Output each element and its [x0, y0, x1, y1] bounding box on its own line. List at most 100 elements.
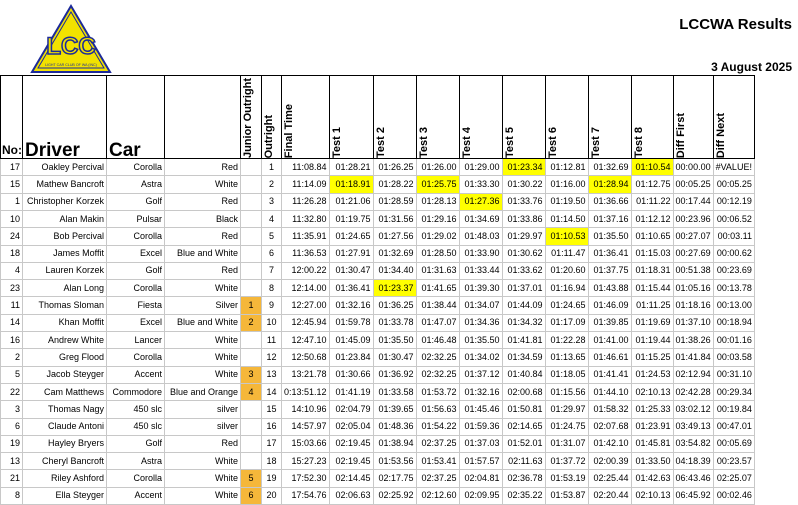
cell-test8[interactable]: 01:10.65: [630, 227, 674, 246]
cell-test4[interactable]: 01:34.69: [458, 209, 503, 229]
cell-test4[interactable]: 01:39.30: [458, 279, 503, 298]
cell-test6[interactable]: 01:18.05: [544, 365, 589, 384]
cell-test5[interactable]: 01:41.81: [501, 331, 546, 350]
cell-test8[interactable]: 02:10.13: [630, 382, 674, 402]
cell-driver[interactable]: Lauren Korzek: [22, 261, 107, 281]
cell-car[interactable]: Golf: [106, 192, 165, 211]
cell-no[interactable]: 10: [0, 209, 23, 229]
cell-final-time[interactable]: 15:27.23: [281, 452, 330, 471]
cell-test3[interactable]: 01:31.63: [415, 261, 460, 281]
cell-test8[interactable]: 01:15.44: [630, 279, 674, 298]
cell-junior[interactable]: [240, 400, 262, 419]
cell-test4[interactable]: 01:37.03: [458, 434, 503, 454]
cell-diff-next[interactable]: 00:03.11: [712, 227, 755, 246]
cell-diff-first[interactable]: 03:02.12: [672, 400, 714, 419]
cell-diff-first[interactable]: 01:05.16: [672, 279, 714, 298]
cell-test2[interactable]: 01:28.22: [372, 175, 417, 194]
cell-test2[interactable]: 01:35.50: [372, 331, 417, 350]
cell-test8[interactable]: 01:25.33: [630, 400, 674, 419]
cell-test1[interactable]: 01:27.91: [328, 244, 374, 263]
cell-outright[interactable]: 11: [261, 331, 282, 350]
cell-diff-first[interactable]: 01:41.84: [672, 348, 714, 367]
cell-car[interactable]: Golf: [106, 261, 165, 281]
cell-test5[interactable]: 01:44.09: [501, 296, 546, 315]
cell-diff-first[interactable]: 01:38.26: [672, 331, 714, 350]
cell-outright[interactable]: 17: [261, 434, 282, 454]
cell-junior[interactable]: [240, 279, 262, 298]
cell-final-time[interactable]: 12:14.00: [281, 279, 330, 298]
cell-final-time[interactable]: 0:13:51.12: [281, 382, 330, 402]
cell-no[interactable]: 4: [0, 261, 23, 281]
cell-test1[interactable]: 01:23.84: [328, 348, 374, 367]
cell-diff-next[interactable]: 00:01.16: [712, 331, 755, 350]
cell-test1[interactable]: 02:04.79: [328, 400, 374, 419]
cell-car[interactable]: Excel: [106, 244, 165, 263]
cell-junior[interactable]: [240, 227, 262, 246]
cell-test1[interactable]: 01:21.06: [328, 192, 374, 211]
cell-test3[interactable]: 02:12.60: [415, 486, 460, 505]
cell-diff-first[interactable]: 00:05.25: [672, 175, 714, 194]
cell-test3[interactable]: 02:37.25: [415, 469, 460, 488]
cell-diff-next[interactable]: 00:19.84: [712, 400, 755, 419]
cell-test3[interactable]: 02:32.25: [415, 348, 460, 367]
cell-test6[interactable]: 01:13.65: [544, 348, 589, 367]
cell-junior[interactable]: 3: [240, 365, 262, 384]
cell-colour[interactable]: White: [164, 469, 241, 488]
cell-car[interactable]: Golf: [106, 434, 165, 454]
cell-test1[interactable]: 01:45.09: [328, 331, 374, 350]
cell-car[interactable]: Lancer: [106, 331, 165, 350]
cell-test8[interactable]: 01:10.54: [630, 158, 674, 177]
cell-test1[interactable]: 01:18.91: [328, 175, 374, 194]
cell-final-time[interactable]: 14:57.97: [281, 417, 330, 436]
cell-colour[interactable]: Red: [164, 158, 241, 177]
cell-test6[interactable]: 01:15.56: [544, 382, 589, 402]
cell-test3[interactable]: 01:47.07: [415, 313, 460, 333]
cell-test5[interactable]: 01:34.32: [501, 313, 546, 333]
cell-no[interactable]: 21: [0, 469, 23, 488]
cell-driver[interactable]: Andrew White: [22, 331, 107, 350]
cell-test1[interactable]: 02:05.04: [328, 417, 374, 436]
cell-test5[interactable]: 01:52.01: [501, 434, 546, 454]
cell-test5[interactable]: 02:11.63: [501, 452, 546, 471]
cell-test6[interactable]: 01:16.94: [544, 279, 589, 298]
cell-colour[interactable]: Silver: [164, 296, 241, 315]
cell-test6[interactable]: 01:19.50: [544, 192, 589, 211]
cell-test2[interactable]: 01:39.65: [372, 400, 417, 419]
cell-test1[interactable]: 01:19.75: [328, 209, 374, 229]
cell-test6[interactable]: 01:24.75: [544, 417, 589, 436]
cell-driver[interactable]: Alan Makin: [22, 209, 107, 229]
cell-test8[interactable]: 01:11.25: [630, 296, 674, 315]
cell-test4[interactable]: 01:45.46: [458, 400, 503, 419]
cell-test3[interactable]: 01:46.48: [415, 331, 460, 350]
cell-test3[interactable]: 01:38.44: [415, 296, 460, 315]
cell-diff-first[interactable]: 06:43.46: [672, 469, 714, 488]
cell-test5[interactable]: 02:00.68: [501, 382, 546, 402]
cell-driver[interactable]: Jacob Steyger: [22, 365, 107, 384]
cell-outright[interactable]: 16: [261, 417, 282, 436]
cell-diff-next[interactable]: 00:06.52: [712, 209, 755, 229]
cell-test5[interactable]: 01:30.22: [501, 175, 546, 194]
cell-test1[interactable]: 01:30.66: [328, 365, 374, 384]
cell-test1[interactable]: 01:30.47: [328, 261, 374, 281]
cell-outright[interactable]: 3: [261, 192, 282, 211]
cell-diff-next[interactable]: 00:18.94: [712, 313, 755, 333]
cell-test5[interactable]: 01:37.01: [501, 279, 546, 298]
cell-no[interactable]: 19: [0, 434, 23, 454]
cell-diff-next[interactable]: 00:05.69: [712, 434, 755, 454]
cell-no[interactable]: 2: [0, 348, 23, 367]
cell-final-time[interactable]: 11:26.28: [281, 192, 330, 211]
cell-colour[interactable]: White: [164, 348, 241, 367]
cell-test1[interactable]: 02:19.45: [328, 434, 374, 454]
cell-colour[interactable]: Blue and Orange: [164, 382, 241, 402]
cell-test8[interactable]: 01:24.53: [630, 365, 674, 384]
cell-junior[interactable]: [240, 348, 262, 367]
cell-test5[interactable]: 02:35.22: [501, 486, 546, 505]
cell-test2[interactable]: 01:32.69: [372, 244, 417, 263]
cell-driver[interactable]: Riley Ashford: [22, 469, 107, 488]
cell-test7[interactable]: 01:37.16: [587, 209, 632, 229]
cell-test7[interactable]: 01:32.69: [587, 158, 632, 177]
cell-colour[interactable]: Blue and White: [164, 244, 241, 263]
cell-outright[interactable]: 19: [261, 469, 282, 488]
cell-test5[interactable]: 01:29.97: [501, 227, 546, 246]
cell-test2[interactable]: 01:31.56: [372, 209, 417, 229]
